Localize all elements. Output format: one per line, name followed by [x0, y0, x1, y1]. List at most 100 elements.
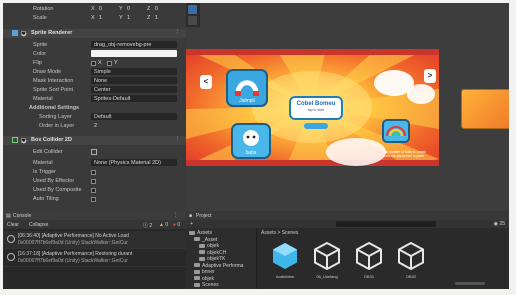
project-tab[interactable]: ■ Project — [186, 211, 509, 220]
level-card-bottom-label: bubs — [245, 150, 257, 156]
asset-grid: Assets > Scenes AudioMan 08_Ukelang OB31… — [256, 228, 509, 289]
box-collider-icon — [12, 137, 18, 143]
is-trigger-checkbox[interactable] — [91, 169, 96, 175]
console-icon: ▤ — [6, 213, 11, 219]
sprite-renderer-title: Sprite Renderer — [31, 30, 73, 36]
warning-count-badge[interactable]: ▲ 0 — [159, 222, 168, 228]
used-by-composite-checkbox[interactable] — [91, 187, 96, 193]
color-swatch[interactable] — [91, 50, 177, 57]
level-card-top[interactable]: Jalmpil — [226, 69, 268, 107]
level-card-bottom[interactable]: bubs — [231, 123, 271, 159]
order-in-layer-value: 2 — [94, 123, 98, 129]
tree-item[interactable]: bnner — [194, 269, 215, 275]
console-tab[interactable]: ▤ Console ⋮ — [3, 211, 186, 220]
component-menu-icon[interactable]: ⋮ — [175, 136, 181, 142]
sorting-layer-dropdown[interactable]: Default — [91, 113, 177, 120]
scale-z-field[interactable]: 1 — [155, 15, 158, 21]
sprite-renderer-enabled-checkbox[interactable] — [21, 30, 26, 36]
log-message: [16:37:18] [Adaptive Performance] Restor… — [18, 251, 133, 257]
flip-x-checkbox[interactable] — [91, 60, 96, 66]
material-row: Material Sprites-Default — [3, 95, 186, 103]
start-pill-button[interactable] — [304, 123, 328, 129]
unity-scene-icon[interactable] — [356, 242, 382, 270]
tree-item[interactable]: objek — [194, 276, 214, 282]
order-in-layer-row: Order in Layer 2 — [3, 122, 186, 130]
draw-mode-dropdown[interactable]: Simple — [91, 68, 177, 75]
tree-item[interactable]: Adaptive Performa — [194, 263, 243, 269]
icon-size-slider[interactable] — [455, 282, 485, 285]
clear-button[interactable]: Clear — [7, 222, 19, 228]
collapse-button[interactable]: Collapse — [29, 222, 48, 228]
folder-icon: ■ — [189, 213, 193, 219]
console-panel: ▤ Console ⋮ Clear Collapse ⓘ 2 ▲ 0 ● 0 [… — [3, 211, 186, 289]
rotation-z-field[interactable]: 0 — [155, 6, 158, 12]
console-menu-icon[interactable]: ⋮ — [173, 212, 178, 218]
collider-material-value: None (Physics Material 2D) — [94, 160, 161, 166]
component-menu-icon[interactable]: ⋮ — [175, 29, 181, 35]
tree-item-scenes[interactable]: Scenes — [194, 282, 219, 288]
asset-label: AudioMan — [275, 274, 294, 279]
used-by-composite-row: Used By Composite — [3, 186, 186, 194]
box-collider-enabled-checkbox[interactable] — [21, 137, 26, 143]
sort-point-row: Sprite Sort Point Center — [3, 86, 186, 94]
project-search-input[interactable] — [336, 221, 436, 227]
color-row: Color — [3, 50, 186, 58]
scale-y-field[interactable]: 1 — [127, 15, 130, 21]
flip-y-label: Y — [114, 60, 118, 66]
auto-tiling-row: Auto Tiling — [3, 195, 186, 203]
collider-material-field[interactable]: None (Physics Material 2D) — [91, 159, 177, 166]
sort-point-dropdown[interactable]: Center — [91, 86, 177, 93]
scale-z-label: Z — [147, 15, 151, 21]
additional-settings-row[interactable]: Additional Settings — [3, 104, 186, 112]
scale-label: Scale — [33, 15, 47, 21]
rotation-z-label: Z — [147, 6, 151, 12]
unity-scene-icon[interactable] — [314, 242, 340, 270]
flip-row: Flip X Y — [3, 59, 186, 67]
scene-view[interactable]: < > Jalmpil bubs Cobel Bomeu tap to star… — [186, 3, 509, 211]
game-preview-thumbnail[interactable] — [461, 89, 509, 129]
auto-tiling-label: Auto Tiling — [33, 196, 59, 202]
mask-dropdown[interactable]: None — [91, 77, 177, 84]
game-subtitle: tap to start — [307, 108, 325, 112]
move-tool-icon[interactable] — [188, 5, 197, 14]
material-field[interactable]: Sprites-Default — [91, 95, 177, 102]
error-count-badge[interactable]: ● 0 — [173, 222, 180, 228]
box-collider-header[interactable]: Box Collider 2D ⋮ — [3, 136, 186, 145]
rotation-y-field[interactable]: 0 — [127, 6, 130, 12]
console-log-entry[interactable]: [16:37:18] [Adaptive Performance] Restor… — [3, 249, 186, 267]
scene-toolbar — [186, 3, 200, 27]
hand-tool-icon[interactable] — [188, 16, 197, 25]
order-in-layer-field[interactable]: 2 — [91, 122, 177, 129]
tree-item[interactable]: objekTK — [199, 256, 225, 262]
scale-x-label: X — [91, 15, 95, 21]
additional-settings-foldout: Additional Settings — [29, 105, 80, 111]
sprite-renderer-header[interactable]: Sprite Renderer ⋮ — [3, 29, 186, 38]
tree-item-assets[interactable]: Assets — [189, 230, 212, 236]
tree-item[interactable]: _Asset — [194, 237, 217, 243]
flip-y-checkbox[interactable] — [107, 60, 112, 66]
scale-x-field[interactable]: 1 — [99, 15, 102, 21]
next-arrow-button[interactable]: > — [424, 69, 436, 83]
audio-manager-icon[interactable] — [272, 242, 298, 270]
prev-arrow-button[interactable]: < — [200, 75, 212, 89]
used-by-effector-checkbox[interactable] — [91, 178, 96, 184]
unity-scene-icon[interactable] — [398, 242, 424, 270]
flip-x-label: X — [98, 60, 102, 66]
console-log-entry[interactable]: [06:36:40] [Adaptive Performance] No Act… — [3, 231, 186, 249]
rainbow-card[interactable] — [382, 119, 410, 143]
tree-item[interactable]: objek — [199, 243, 219, 249]
scale-y-label: Y — [119, 15, 123, 21]
color-label: Color — [33, 51, 47, 57]
tree-item[interactable]: objekCH — [199, 250, 226, 256]
log-count-badge[interactable]: ⓘ 2 — [143, 222, 152, 229]
rotation-row: Rotation X 0 Y 0 Z 0 — [3, 5, 186, 13]
sprite-field[interactable]: drag_obj-removebg-pre — [91, 41, 177, 48]
folder-icon — [194, 269, 200, 274]
add-asset-button[interactable]: + — [190, 221, 193, 227]
edit-collider-button[interactable] — [91, 149, 97, 155]
auto-tiling-checkbox[interactable] — [91, 196, 96, 202]
rotation-x-field[interactable]: 0 — [99, 6, 102, 12]
breadcrumb[interactable]: Assets > Scenes — [261, 230, 298, 236]
title-panel[interactable]: Cobel Bomeu tap to start — [289, 96, 343, 120]
game-canvas[interactable]: < > Jalmpil bubs Cobel Bomeu tap to star… — [186, 49, 439, 166]
